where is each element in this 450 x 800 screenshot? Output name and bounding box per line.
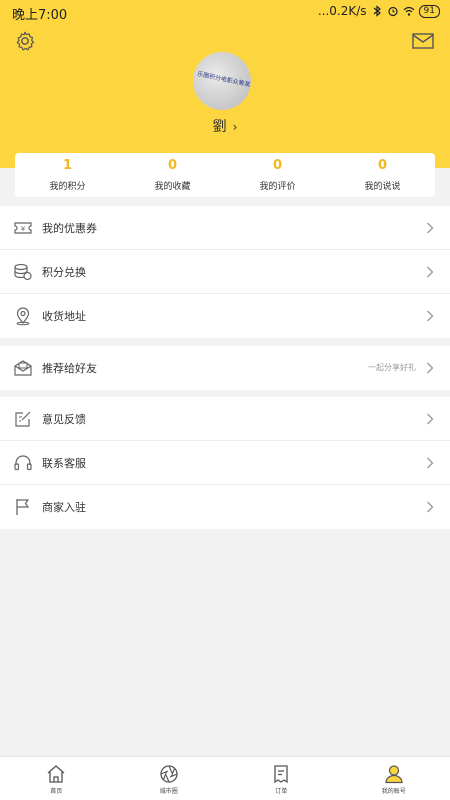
menu-item-feedback[interactable]: 意见反馈 [0, 397, 450, 441]
headset-icon [14, 455, 32, 471]
menu-item-recommend[interactable]: 推荐给好友 一起分享好礼 [0, 346, 450, 390]
coins-icon [14, 263, 32, 281]
chevron-right-icon [427, 362, 434, 374]
flag-icon [16, 499, 30, 515]
share-envelope-icon [14, 360, 32, 376]
tab-label: 订单 [275, 788, 288, 795]
chevron-right-icon: › [232, 120, 238, 134]
menu-group-support: 意见反馈 联系客服 商家入驻 [0, 397, 450, 529]
chevron-right-icon [427, 501, 434, 513]
coupon-icon: ¥ [14, 222, 32, 234]
stat-label: 我的说说 [364, 182, 401, 192]
tab-my-account[interactable]: 我的账号 [338, 757, 450, 800]
location-pin-icon [16, 307, 30, 326]
chevron-right-icon [427, 413, 434, 425]
bluetooth-icon [373, 5, 381, 17]
menu-item-merchant-join[interactable]: 商家入驻 [0, 485, 450, 529]
tab-label: 城市圈 [159, 788, 178, 795]
status-bar: 晚上7:00 ...0.2K/s 91 [0, 0, 450, 24]
tab-label: 我的账号 [381, 788, 406, 795]
avatar-photo-text: 乐圈积分电影众筹某 [196, 70, 251, 89]
stat-label: 我的评价 [259, 182, 296, 192]
menu-item-label: 我的优惠券 [42, 222, 97, 235]
bottom-tab-bar: 首页 城市圈 订单 我的账号 [0, 756, 450, 800]
menu-item-coupons[interactable]: ¥ 我的优惠券 [0, 206, 450, 250]
menu-item-label: 积分兑换 [42, 266, 86, 279]
tab-city-circle[interactable]: 城市圈 [113, 757, 226, 800]
username-link[interactable]: 劉 › [0, 116, 450, 136]
profile-header: 晚上7:00 ...0.2K/s 91 乐圈积分电影众筹某 劉 › [0, 0, 450, 168]
stat-points[interactable]: 1 我的积分 [15, 153, 120, 197]
home-icon [47, 765, 65, 783]
tab-home[interactable]: 首页 [0, 757, 113, 800]
menu-group-share: 推荐给好友 一起分享好礼 [0, 346, 450, 390]
stat-label: 我的收藏 [154, 182, 191, 192]
stat-label: 我的积分 [49, 182, 86, 192]
menu-item-customer-service[interactable]: 联系客服 [0, 441, 450, 485]
mail-icon[interactable] [412, 32, 434, 50]
status-time: 晚上7:00 [12, 8, 68, 23]
stat-value: 1 [62, 158, 73, 173]
tab-label: 首页 [50, 788, 63, 795]
stat-value: 0 [167, 158, 178, 173]
stat-value: 0 [377, 158, 388, 173]
chevron-right-icon [427, 266, 434, 278]
network-speed: ...0.2K/s [317, 4, 367, 18]
menu-item-label: 联系客服 [42, 457, 86, 470]
menu-item-points-exchange[interactable]: 积分兑换 [0, 250, 450, 294]
menu-group-account: ¥ 我的优惠券 积分兑换 收货地址 [0, 206, 450, 338]
stats-card: 1 我的积分 0 我的收藏 0 我的评价 0 我的说说 [15, 153, 435, 197]
stat-reviews[interactable]: 0 我的评价 [225, 153, 330, 197]
menu-item-label: 收货地址 [42, 310, 86, 323]
battery-indicator: 91 [418, 4, 440, 18]
stat-posts[interactable]: 0 我的说说 [330, 153, 435, 197]
chevron-right-icon [427, 222, 434, 234]
menu-item-hint: 一起分享好礼 [368, 363, 416, 372]
chevron-right-icon [427, 310, 434, 322]
alarm-icon [387, 6, 398, 17]
tab-orders[interactable]: 订单 [225, 757, 338, 800]
menu-item-address[interactable]: 收货地址 [0, 294, 450, 338]
user-icon [385, 765, 403, 784]
stat-favorites[interactable]: 0 我的收藏 [120, 153, 225, 197]
order-list-icon [274, 765, 288, 784]
aperture-icon [160, 765, 178, 783]
gear-icon[interactable] [14, 30, 36, 52]
menu-item-label: 意见反馈 [42, 413, 86, 426]
avatar[interactable]: 乐圈积分电影众筹某 [193, 52, 251, 110]
username: 劉 [212, 119, 227, 135]
feedback-icon [15, 411, 31, 427]
status-indicators: ...0.2K/s 91 [318, 4, 440, 18]
svg-text:¥: ¥ [21, 225, 26, 233]
menu-item-label: 推荐给好友 [42, 362, 97, 375]
stat-value: 0 [272, 158, 283, 173]
chevron-right-icon [427, 457, 434, 469]
menu-item-label: 商家入驻 [42, 501, 86, 514]
wifi-icon [403, 6, 414, 16]
